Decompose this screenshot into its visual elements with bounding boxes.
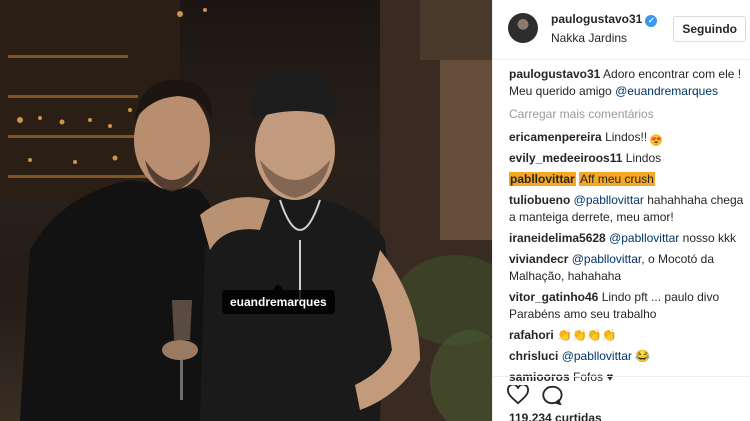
post-actions: 119.234 curtidas xyxy=(493,376,750,421)
comment-username[interactable]: chrisluci xyxy=(509,349,558,363)
comment-item: evily_medeeiroos11 Lindos xyxy=(509,150,744,167)
header-username[interactable]: paulogustavo31 ✓ xyxy=(551,12,658,27)
comment-item: vitor_gatinho46 Lindo pft ... paulo divo… xyxy=(509,289,744,323)
post-photo[interactable]: euandremarques xyxy=(0,0,492,421)
comment-username[interactable]: ericamenpereira xyxy=(509,130,602,144)
user-tag-label[interactable]: euandremarques xyxy=(222,284,335,314)
comment-mention[interactable]: @pabllovittar xyxy=(574,193,644,207)
comment-username[interactable]: viviandecr xyxy=(509,252,568,266)
heart-eyes-emoji-icon: 😍 xyxy=(650,134,663,146)
comment-item: iraneidelima5628 @pabllovittar nosso kkk xyxy=(509,230,744,247)
comment-text: Lindos!! xyxy=(605,130,648,144)
comment-text: nosso kkk xyxy=(682,231,736,245)
laughing-emoji-icon: 😂 xyxy=(635,349,651,363)
comment-text: Lindos xyxy=(625,151,662,165)
comment-item: pabllovittar Aff meu crush xyxy=(509,171,744,188)
photo-scene xyxy=(0,0,492,421)
comment-username[interactable]: vitor_gatinho46 xyxy=(509,290,598,304)
following-button[interactable]: Seguindo xyxy=(673,16,746,42)
comment-text-highlighted: Aff meu crush xyxy=(579,172,655,186)
username-text[interactable]: paulogustavo31 xyxy=(551,12,642,26)
verified-icon: ✓ xyxy=(645,15,658,27)
comment-bubble-icon[interactable] xyxy=(541,385,563,410)
like-heart-icon[interactable] xyxy=(507,383,529,410)
location-link[interactable]: Nakka Jardins xyxy=(551,31,627,45)
comment-item: tuliobueno @pabllovittar hahahhaha chega… xyxy=(509,192,744,226)
load-more-comments-link[interactable]: Carregar mais comentários xyxy=(509,106,744,123)
post-sidebar: paulogustavo31 ✓ Nakka Jardins Seguindo p… xyxy=(492,0,750,421)
comment-username[interactable]: tuliobueno xyxy=(509,193,570,207)
comment-item: rafahori 👏👏👏👏 xyxy=(509,327,744,344)
comment-item: chrisluci @pabllovittar 😂 xyxy=(509,348,744,365)
comment-username-highlighted[interactable]: pabllovittar xyxy=(509,172,576,186)
comment-username[interactable]: rafahori xyxy=(509,328,554,342)
caption-mention[interactable]: @euandremarques xyxy=(615,84,718,98)
caption: paulogustavo31 Adoro encontrar com ele !… xyxy=(509,66,744,100)
comment-mention[interactable]: @pabllovittar xyxy=(609,231,679,245)
comment-mention[interactable]: @pabllovittar xyxy=(562,349,632,363)
comment-item: ericamenpereira Lindos!! 😍 xyxy=(509,129,744,146)
comment-mention[interactable]: @pabllovittar xyxy=(572,252,642,266)
comment-username[interactable]: evily_medeeiroos11 xyxy=(509,151,622,165)
clapping-hands-emoji-icon: 👏👏👏👏 xyxy=(557,328,617,342)
likes-count[interactable]: 119.234 curtidas xyxy=(509,411,602,421)
comment-username[interactable]: iraneidelima5628 xyxy=(509,231,606,245)
comments-list: paulogustavo31 Adoro encontrar com ele !… xyxy=(509,66,744,390)
post-header: paulogustavo31 ✓ Nakka Jardins Seguindo xyxy=(493,0,750,60)
comment-item: viviandecr @pabllovittar, o Mocotó da Ma… xyxy=(509,251,744,285)
caption-username[interactable]: paulogustavo31 xyxy=(509,67,600,81)
avatar[interactable] xyxy=(508,13,538,43)
